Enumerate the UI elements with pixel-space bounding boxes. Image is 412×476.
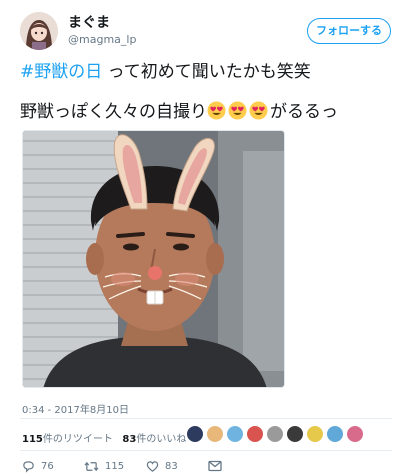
user-names: まぐま @magma_lp <box>68 15 136 47</box>
retweet-count: 115 <box>105 461 125 472</box>
likes-stat-label: 件のいいね <box>136 434 187 445</box>
heart-icon <box>146 460 159 472</box>
liker-avatar[interactable] <box>326 425 344 443</box>
reply-button[interactable]: 76 <box>22 458 54 476</box>
divider <box>20 418 392 419</box>
tweet-line-2-end: がるるっ <box>270 102 338 122</box>
hashtag-link[interactable]: #野獣の日 <box>20 62 102 82</box>
tweet-text: #野獣の日 って初めて聞いたかも笑笑 野獣っぽく久々の自撮り がるるっ <box>20 60 390 124</box>
liker-avatar[interactable] <box>226 425 244 443</box>
direct-message-button[interactable] <box>208 458 222 476</box>
tweet-line-1: #野獣の日 って初めて聞いたかも笑笑 <box>20 60 390 84</box>
avatar[interactable] <box>20 12 58 50</box>
retweets-stat-label: 件のリツイート <box>42 434 113 445</box>
like-count: 83 <box>165 461 178 472</box>
heart-eyes-emoji <box>207 101 226 120</box>
action-bar: 76 115 83 <box>22 458 392 476</box>
likes-stat-count: 83 <box>122 434 137 445</box>
retweet-button[interactable]: 115 <box>84 458 124 476</box>
liker-avatar[interactable] <box>206 425 224 443</box>
liker-avatar[interactable] <box>186 425 204 443</box>
divider <box>20 450 392 451</box>
tweet-line-2-text: 野獣っぽく久々の自撮り <box>20 102 207 122</box>
tweet-line-1-text: って初めて聞いたかも笑笑 <box>102 62 311 82</box>
retweet-icon <box>84 461 99 471</box>
tweet-timestamp[interactable]: 0:34 - 2017年8月10日 <box>22 401 129 416</box>
liker-avatar[interactable] <box>346 425 364 443</box>
tweet-photo[interactable] <box>22 130 285 388</box>
liker-avatar[interactable] <box>286 425 304 443</box>
display-name[interactable]: まぐま <box>68 15 136 32</box>
retweets-stat-count: 115 <box>22 434 43 445</box>
user-handle[interactable]: @magma_lp <box>68 32 136 47</box>
tweet-header: まぐま @magma_lp フォローする <box>20 12 395 54</box>
like-button[interactable]: 83 <box>146 458 178 476</box>
bunny-nose <box>148 266 162 280</box>
retweets-stat[interactable]: 115件のリツイート <box>22 434 113 445</box>
tweet-line-2: 野獣っぽく久々の自撮り がるるっ <box>20 100 390 124</box>
envelope-icon <box>208 460 222 472</box>
follow-button[interactable]: フォローする <box>307 18 391 44</box>
liker-avatar[interactable] <box>266 425 284 443</box>
heart-eyes-emoji <box>249 101 268 120</box>
heart-eyes-emoji <box>228 101 247 120</box>
reply-icon <box>23 460 34 473</box>
liker-avatar[interactable] <box>306 425 324 443</box>
likes-stat[interactable]: 83件のいいね <box>122 434 186 445</box>
liker-avatar[interactable] <box>246 425 264 443</box>
engagement-stats: 115件のリツイート 83件のいいね <box>22 430 186 445</box>
reply-count: 76 <box>41 461 54 472</box>
